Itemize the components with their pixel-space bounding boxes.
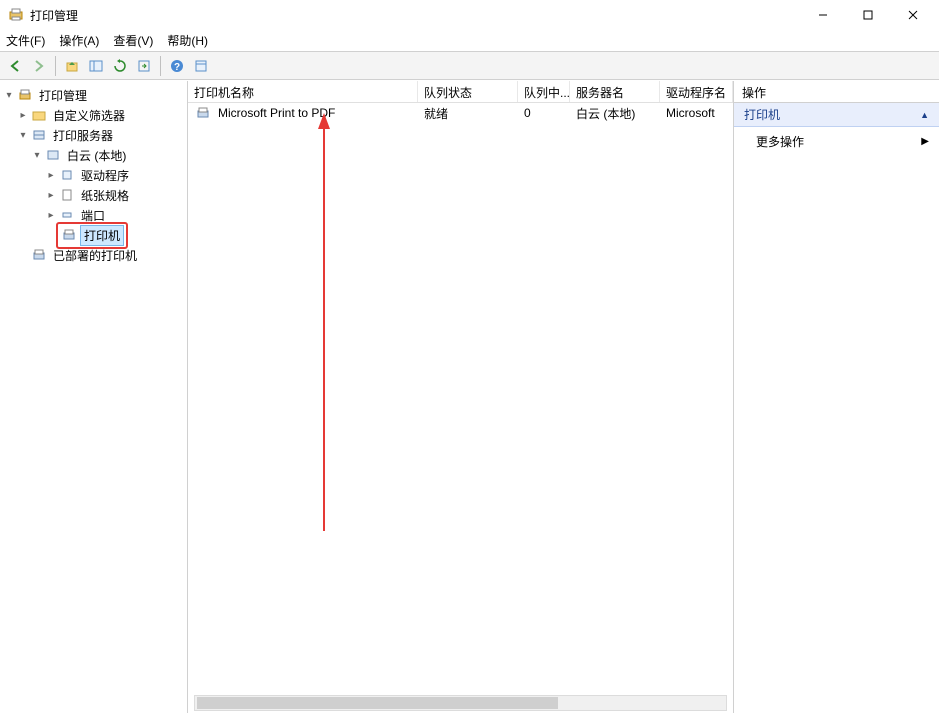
cell-jobs: 0 <box>518 106 570 120</box>
tree: ▾ 打印管理 ▸ 自定义筛选器 ▾ 打印服务器 ▾ 白云 (本地) ▸ <box>2 85 185 265</box>
tree-printers[interactable]: 打印机 <box>2 225 185 245</box>
server-icon <box>45 147 61 163</box>
menu-help[interactable]: 帮助(H) <box>167 32 208 49</box>
list-rows[interactable]: Microsoft Print to PDF 就绪 0 白云 (本地) Micr… <box>188 103 733 123</box>
printer-icon <box>61 227 77 243</box>
annotation-arrow-icon <box>316 113 332 533</box>
chevron-right-icon[interactable]: ▸ <box>44 210 58 221</box>
tree-local-server[interactable]: ▾ 白云 (本地) <box>2 145 185 165</box>
cell-server: 白云 (本地) <box>570 105 660 122</box>
forms-icon <box>59 187 75 203</box>
up-button[interactable] <box>61 55 83 77</box>
menu-bar: 文件(F) 操作(A) 查看(V) 帮助(H) <box>0 30 939 52</box>
action-label: 更多操作 <box>756 133 804 150</box>
tree-custom-filters[interactable]: ▸ 自定义筛选器 <box>2 105 185 125</box>
toolbar-separator <box>160 56 161 76</box>
tree-label: 打印管理 <box>36 86 90 105</box>
column-header-name[interactable]: 打印机名称 <box>188 81 418 102</box>
minimize-button[interactable] <box>800 1 845 29</box>
window-title: 打印管理 <box>30 7 800 24</box>
chevron-right-icon[interactable]: ▸ <box>16 110 30 121</box>
back-button[interactable] <box>4 55 26 77</box>
tree-label: 打印服务器 <box>50 126 116 145</box>
tree-root[interactable]: ▾ 打印管理 <box>2 85 185 105</box>
toolbar-separator <box>55 56 56 76</box>
print-management-icon <box>17 87 33 103</box>
tree-label: 自定义筛选器 <box>50 106 128 125</box>
body-area: ▾ 打印管理 ▸ 自定义筛选器 ▾ 打印服务器 ▾ 白云 (本地) ▸ <box>0 80 939 713</box>
window-controls <box>800 1 935 29</box>
tree-deployed-printers[interactable]: 已部署的打印机 <box>2 245 185 265</box>
show-hide-tree-button[interactable] <box>85 55 107 77</box>
properties-button[interactable] <box>190 55 212 77</box>
svg-text:?: ? <box>174 62 180 73</box>
actions-header: 操作 <box>734 81 939 103</box>
annotation-highlight: 打印机 <box>56 222 128 249</box>
cell-status: 就绪 <box>418 105 518 122</box>
cell-driver: Microsoft <box>660 106 733 120</box>
tree-label: 已部署的打印机 <box>50 246 140 265</box>
column-header-driver[interactable]: 驱动程序名 <box>660 81 733 102</box>
horizontal-scrollbar[interactable] <box>194 695 727 711</box>
actions-section-title: 打印机 <box>744 106 780 123</box>
column-header-status[interactable]: 队列状态 <box>418 81 518 102</box>
menu-file[interactable]: 文件(F) <box>6 32 45 49</box>
actions-section[interactable]: 打印机 ▲ <box>734 103 939 127</box>
menu-action[interactable]: 操作(A) <box>59 32 99 49</box>
tree-pane[interactable]: ▾ 打印管理 ▸ 自定义筛选器 ▾ 打印服务器 ▾ 白云 (本地) ▸ <box>0 81 188 713</box>
server-icon <box>31 127 47 143</box>
column-header-server[interactable]: 服务器名 <box>570 81 660 102</box>
title-bar: 打印管理 <box>0 0 939 30</box>
list-item[interactable]: Microsoft Print to PDF 就绪 0 白云 (本地) Micr… <box>188 103 733 123</box>
refresh-button[interactable] <box>109 55 131 77</box>
driver-icon <box>59 167 75 183</box>
chevron-down-icon[interactable]: ▾ <box>30 150 44 161</box>
chevron-down-icon[interactable]: ▾ <box>16 130 30 141</box>
list-pane: 打印机名称 队列状态 队列中... 服务器名 驱动程序名 Microsoft P… <box>188 81 734 713</box>
tree-label: 打印机 <box>80 225 124 246</box>
tree-forms[interactable]: ▸ 纸张规格 <box>2 185 185 205</box>
action-more[interactable]: 更多操作 ▶ <box>734 127 939 156</box>
tree-label: 白云 (本地) <box>64 146 129 165</box>
printer-icon <box>195 105 211 121</box>
chevron-right-icon[interactable]: ▸ <box>44 170 58 181</box>
toolbar: ? <box>0 52 939 80</box>
menu-view[interactable]: 查看(V) <box>113 32 153 49</box>
printer-icon <box>31 247 47 263</box>
folder-icon <box>31 107 47 123</box>
scrollbar-thumb[interactable] <box>197 697 558 709</box>
list-header: 打印机名称 队列状态 队列中... 服务器名 驱动程序名 <box>188 81 733 103</box>
chevron-right-icon: ▶ <box>921 136 929 147</box>
tree-drivers[interactable]: ▸ 驱动程序 <box>2 165 185 185</box>
chevron-down-icon[interactable]: ▾ <box>2 90 16 101</box>
maximize-button[interactable] <box>845 1 890 29</box>
tree-label: 纸张规格 <box>78 186 132 205</box>
collapse-icon[interactable]: ▲ <box>920 110 929 120</box>
close-button[interactable] <box>890 1 935 29</box>
export-button[interactable] <box>133 55 155 77</box>
actions-pane: 操作 打印机 ▲ 更多操作 ▶ <box>734 81 939 713</box>
forward-button[interactable] <box>28 55 50 77</box>
port-icon <box>59 207 75 223</box>
help-button[interactable]: ? <box>166 55 188 77</box>
app-icon <box>8 7 24 23</box>
tree-print-servers[interactable]: ▾ 打印服务器 <box>2 125 185 145</box>
cell-name: Microsoft Print to PDF <box>218 106 335 120</box>
chevron-right-icon[interactable]: ▸ <box>44 190 58 201</box>
tree-label: 驱动程序 <box>78 166 132 185</box>
column-header-jobs[interactable]: 队列中... <box>518 81 570 102</box>
